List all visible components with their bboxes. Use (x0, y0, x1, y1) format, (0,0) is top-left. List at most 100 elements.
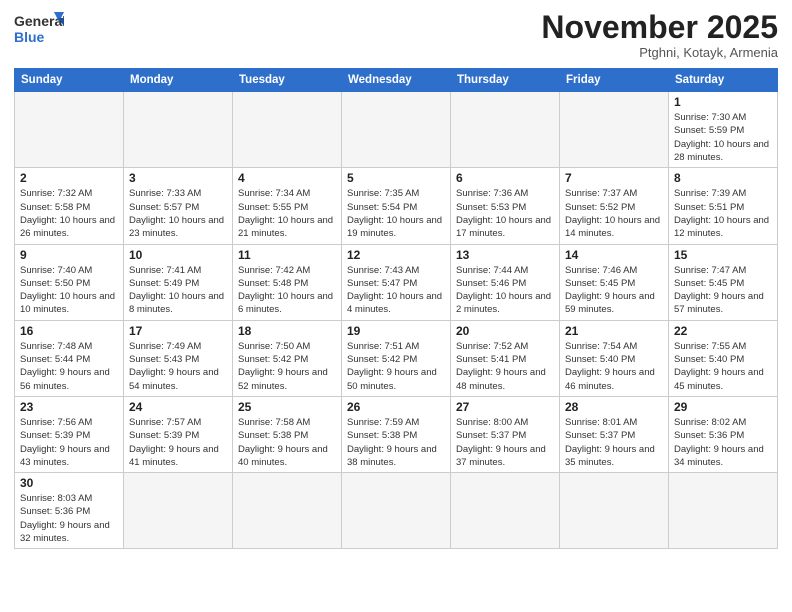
calendar-cell: 8 Sunrise: 7:39 AM Sunset: 5:51 PM Daylig… (669, 168, 778, 244)
week-row-1: 1 Sunrise: 7:30 AM Sunset: 5:59 PM Daylig… (15, 92, 778, 168)
day-info: Sunrise: 8:03 AM Sunset: 5:36 PM Dayligh… (20, 492, 118, 545)
day-number: 10 (129, 248, 227, 262)
calendar-cell: 13 Sunrise: 7:44 AM Sunset: 5:46 PM Dayli… (451, 244, 560, 320)
calendar-cell: 21 Sunrise: 7:54 AM Sunset: 5:40 PM Dayli… (560, 320, 669, 396)
day-info: Sunrise: 7:59 AM Sunset: 5:38 PM Dayligh… (347, 416, 445, 469)
day-info: Sunrise: 7:37 AM Sunset: 5:52 PM Dayligh… (565, 187, 663, 240)
day-number: 8 (674, 171, 772, 185)
day-info: Sunrise: 7:39 AM Sunset: 5:51 PM Dayligh… (674, 187, 772, 240)
day-info: Sunrise: 7:34 AM Sunset: 5:55 PM Dayligh… (238, 187, 336, 240)
calendar-cell: 16Sunrise: 7:48 AM Sunset: 5:44 PM Dayli… (15, 320, 124, 396)
weekday-header-row: SundayMondayTuesdayWednesdayThursdayFrid… (15, 69, 778, 92)
day-info: Sunrise: 7:36 AM Sunset: 5:53 PM Dayligh… (456, 187, 554, 240)
day-number: 7 (565, 171, 663, 185)
calendar-cell: 6 Sunrise: 7:36 AM Sunset: 5:53 PM Daylig… (451, 168, 560, 244)
day-info: Sunrise: 7:47 AM Sunset: 5:45 PM Dayligh… (674, 264, 772, 317)
calendar-cell (233, 473, 342, 549)
day-info: Sunrise: 7:51 AM Sunset: 5:42 PM Dayligh… (347, 340, 445, 393)
calendar-cell: 26 Sunrise: 7:59 AM Sunset: 5:38 PM Dayli… (342, 396, 451, 472)
calendar-cell: 28 Sunrise: 8:01 AM Sunset: 5:37 PM Dayli… (560, 396, 669, 472)
calendar-cell: 20Sunrise: 7:52 AM Sunset: 5:41 PM Dayli… (451, 320, 560, 396)
calendar-cell: 7 Sunrise: 7:37 AM Sunset: 5:52 PM Daylig… (560, 168, 669, 244)
calendar-cell: 3 Sunrise: 7:33 AM Sunset: 5:57 PM Daylig… (124, 168, 233, 244)
day-info: Sunrise: 7:43 AM Sunset: 5:47 PM Dayligh… (347, 264, 445, 317)
day-info: Sunrise: 7:42 AM Sunset: 5:48 PM Dayligh… (238, 264, 336, 317)
calendar-cell: 1 Sunrise: 7:30 AM Sunset: 5:59 PM Daylig… (669, 92, 778, 168)
calendar-cell (560, 92, 669, 168)
day-info: Sunrise: 7:49 AM Sunset: 5:43 PM Dayligh… (129, 340, 227, 393)
week-row-5: 23 Sunrise: 7:56 AM Sunset: 5:39 PM Dayli… (15, 396, 778, 472)
calendar-cell: 10Sunrise: 7:41 AM Sunset: 5:49 PM Dayli… (124, 244, 233, 320)
day-info: Sunrise: 7:56 AM Sunset: 5:39 PM Dayligh… (20, 416, 118, 469)
week-row-2: 2 Sunrise: 7:32 AM Sunset: 5:58 PM Daylig… (15, 168, 778, 244)
day-info: Sunrise: 7:33 AM Sunset: 5:57 PM Dayligh… (129, 187, 227, 240)
day-number: 6 (456, 171, 554, 185)
calendar-cell (451, 92, 560, 168)
week-row-3: 9 Sunrise: 7:40 AM Sunset: 5:50 PM Daylig… (15, 244, 778, 320)
weekday-header-thursday: Thursday (451, 69, 560, 92)
day-info: Sunrise: 7:57 AM Sunset: 5:39 PM Dayligh… (129, 416, 227, 469)
day-number: 15 (674, 248, 772, 262)
day-number: 3 (129, 171, 227, 185)
logo: General Blue (14, 10, 64, 52)
month-title: November 2025 (541, 10, 778, 45)
calendar-cell: 25 Sunrise: 7:58 AM Sunset: 5:38 PM Dayli… (233, 396, 342, 472)
calendar-cell: 23 Sunrise: 7:56 AM Sunset: 5:39 PM Dayli… (15, 396, 124, 472)
calendar-cell (15, 92, 124, 168)
day-number: 17 (129, 324, 227, 338)
calendar-cell: 11Sunrise: 7:42 AM Sunset: 5:48 PM Dayli… (233, 244, 342, 320)
calendar-cell: 30 Sunrise: 8:03 AM Sunset: 5:36 PM Dayli… (15, 473, 124, 549)
week-row-4: 16Sunrise: 7:48 AM Sunset: 5:44 PM Dayli… (15, 320, 778, 396)
day-number: 23 (20, 400, 118, 414)
day-info: Sunrise: 7:30 AM Sunset: 5:59 PM Dayligh… (674, 111, 772, 164)
weekday-header-sunday: Sunday (15, 69, 124, 92)
calendar-cell (669, 473, 778, 549)
day-number: 28 (565, 400, 663, 414)
day-number: 21 (565, 324, 663, 338)
day-number: 1 (674, 95, 772, 109)
calendar-cell: 9 Sunrise: 7:40 AM Sunset: 5:50 PM Daylig… (15, 244, 124, 320)
calendar-cell: 29Sunrise: 8:02 AM Sunset: 5:36 PM Dayli… (669, 396, 778, 472)
day-number: 26 (347, 400, 445, 414)
day-number: 29 (674, 400, 772, 414)
calendar-cell (560, 473, 669, 549)
day-number: 2 (20, 171, 118, 185)
weekday-header-monday: Monday (124, 69, 233, 92)
title-block: November 2025 Ptghni, Kotayk, Armenia (541, 10, 778, 60)
day-number: 30 (20, 476, 118, 490)
weekday-header-friday: Friday (560, 69, 669, 92)
calendar-cell (342, 473, 451, 549)
calendar: SundayMondayTuesdayWednesdayThursdayFrid… (14, 68, 778, 549)
day-number: 20 (456, 324, 554, 338)
week-row-6: 30 Sunrise: 8:03 AM Sunset: 5:36 PM Dayli… (15, 473, 778, 549)
day-number: 14 (565, 248, 663, 262)
weekday-header-wednesday: Wednesday (342, 69, 451, 92)
day-number: 12 (347, 248, 445, 262)
day-number: 5 (347, 171, 445, 185)
day-number: 16 (20, 324, 118, 338)
calendar-cell: 14 Sunrise: 7:46 AM Sunset: 5:45 PM Dayli… (560, 244, 669, 320)
day-info: Sunrise: 8:00 AM Sunset: 5:37 PM Dayligh… (456, 416, 554, 469)
calendar-cell: 18Sunrise: 7:50 AM Sunset: 5:42 PM Dayli… (233, 320, 342, 396)
day-info: Sunrise: 7:35 AM Sunset: 5:54 PM Dayligh… (347, 187, 445, 240)
day-number: 27 (456, 400, 554, 414)
weekday-header-saturday: Saturday (669, 69, 778, 92)
header: General Blue November 2025 Ptghni, Kotay… (14, 10, 778, 60)
day-info: Sunrise: 7:44 AM Sunset: 5:46 PM Dayligh… (456, 264, 554, 317)
calendar-cell: 27 Sunrise: 8:00 AM Sunset: 5:37 PM Dayli… (451, 396, 560, 472)
day-info: Sunrise: 7:46 AM Sunset: 5:45 PM Dayligh… (565, 264, 663, 317)
day-number: 4 (238, 171, 336, 185)
calendar-cell: 22Sunrise: 7:55 AM Sunset: 5:40 PM Dayli… (669, 320, 778, 396)
day-info: Sunrise: 7:32 AM Sunset: 5:58 PM Dayligh… (20, 187, 118, 240)
svg-text:Blue: Blue (14, 29, 45, 45)
day-number: 9 (20, 248, 118, 262)
day-info: Sunrise: 7:54 AM Sunset: 5:40 PM Dayligh… (565, 340, 663, 393)
day-number: 19 (347, 324, 445, 338)
day-number: 25 (238, 400, 336, 414)
day-number: 24 (129, 400, 227, 414)
day-info: Sunrise: 7:58 AM Sunset: 5:38 PM Dayligh… (238, 416, 336, 469)
day-info: Sunrise: 7:40 AM Sunset: 5:50 PM Dayligh… (20, 264, 118, 317)
day-info: Sunrise: 8:01 AM Sunset: 5:37 PM Dayligh… (565, 416, 663, 469)
day-number: 13 (456, 248, 554, 262)
calendar-cell: 17 Sunrise: 7:49 AM Sunset: 5:43 PM Dayli… (124, 320, 233, 396)
